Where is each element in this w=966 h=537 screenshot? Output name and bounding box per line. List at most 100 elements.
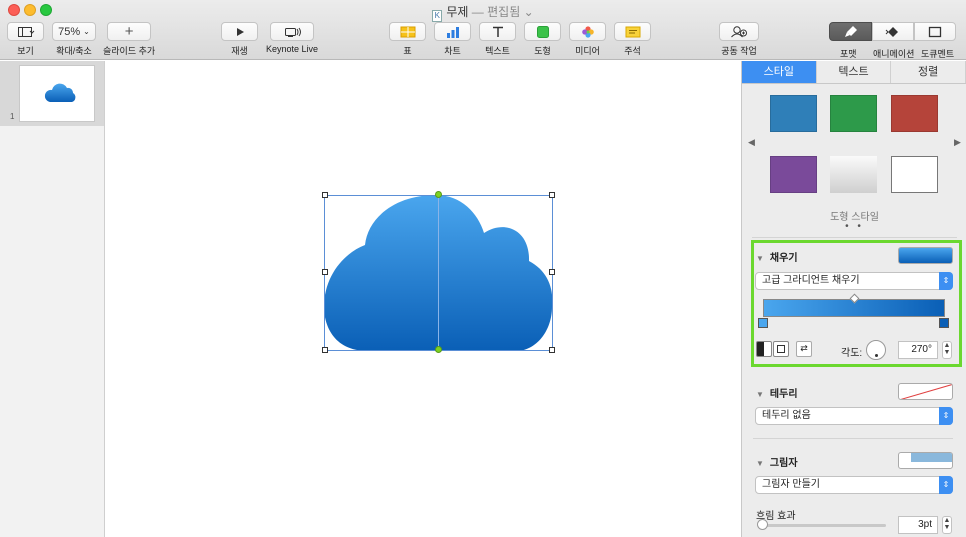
comment-icon — [625, 26, 640, 37]
gradient-end-stop[interactable] — [939, 318, 949, 328]
inspector-segmented-control[interactable] — [829, 22, 956, 41]
angle-stepper[interactable]: ▲ ▼ — [942, 341, 952, 359]
table-button[interactable] — [389, 22, 426, 41]
shape-style-swatch-purple[interactable] — [770, 156, 817, 193]
border-type-popup[interactable]: 테두리 없음 ⇕ — [755, 407, 953, 425]
shape-style-swatch-blue[interactable] — [770, 95, 817, 132]
title-bar: K무제 — 편집됨 ⌄ 보기 75% ⌄ 확대/축소 + 슬라이드 추가 재생 — [0, 0, 966, 60]
insert-comment[interactable]: 주석 — [614, 22, 651, 57]
style-page-dots[interactable]: • • — [742, 221, 966, 232]
border-section-title[interactable]: ▼ 테두리 — [756, 385, 798, 400]
shadow-preview-swatch — [911, 453, 952, 462]
play[interactable]: 재생 — [221, 22, 258, 57]
keynote-live-button[interactable] — [270, 22, 315, 41]
comment-button[interactable] — [614, 22, 651, 41]
comment-label: 주석 — [624, 46, 641, 56]
fill-type-popup[interactable]: 고급 그라디언트 채우기 ⇕ — [755, 272, 953, 290]
shape-style-swatch-white[interactable] — [891, 156, 938, 193]
disclosure-triangle-icon: ▼ — [756, 459, 764, 468]
collaborate[interactable]: 공동 작업 — [719, 22, 759, 57]
fill-section-title[interactable]: ▼ 채우기 — [756, 249, 798, 264]
animate-label: 애니메이션 — [873, 49, 915, 59]
slide-thumbnail-row[interactable]: 1 — [0, 61, 104, 126]
shadow-type-popup[interactable]: 그림자 만들기 ⇕ — [755, 476, 953, 494]
zoom-menu[interactable]: 75% ⌄ 확대/축소 — [52, 22, 96, 57]
slide-number: 1 — [10, 112, 15, 121]
blur-field[interactable]: 3pt — [898, 516, 938, 534]
inspector-tabs: 스타일 텍스트 정렬 — [742, 61, 966, 84]
play-icon — [236, 27, 244, 36]
collaborate-label: 공동 작업 — [721, 46, 757, 56]
disclosure-triangle-icon: ▼ — [756, 254, 764, 263]
play-button[interactable] — [221, 22, 258, 41]
insert-table[interactable]: 표 — [389, 22, 426, 57]
reverse-gradient-icon[interactable]: ⇄ — [796, 341, 812, 357]
edited-status: 편집됨 — [487, 5, 521, 19]
title-chevron-icon[interactable]: ⌄ — [524, 5, 534, 19]
divider — [752, 237, 957, 238]
angle-field[interactable]: 270° — [898, 341, 938, 359]
chart-button[interactable] — [434, 22, 471, 41]
text-icon — [492, 26, 503, 37]
slide-canvas[interactable] — [106, 61, 740, 537]
blur-stepper[interactable]: ▲ ▼ — [942, 516, 952, 534]
square-icon — [777, 345, 785, 353]
insert-media[interactable]: 미디어 — [569, 22, 606, 57]
media-label: 미디어 — [575, 46, 600, 56]
gradient-radial-button[interactable] — [773, 341, 789, 357]
gradient-end-handle[interactable] — [435, 346, 442, 353]
collaborate-icon — [731, 26, 747, 38]
slide-navigator: 1 — [0, 61, 105, 537]
insert-shape[interactable]: 도형 — [524, 22, 561, 57]
document-button[interactable] — [914, 22, 956, 41]
tab-arrange[interactable]: 정렬 — [891, 61, 966, 83]
keynote-live[interactable]: Keynote Live — [266, 22, 318, 54]
styles-next-icon[interactable]: ▶ — [954, 137, 961, 148]
table-icon — [400, 26, 415, 37]
shadow-preview-well[interactable] — [898, 452, 953, 469]
resize-handle-top-left[interactable] — [322, 192, 328, 198]
window-title: K 무제 — 편집됨 ⌄ — [0, 3, 966, 22]
blur-slider-track[interactable] — [758, 524, 886, 527]
add-slide-button[interactable]: + — [107, 22, 152, 41]
resize-handle-top-right[interactable] — [549, 192, 555, 198]
border-color-well[interactable] — [898, 383, 953, 400]
shape-style-swatch-gray[interactable] — [830, 156, 877, 193]
insert-chart[interactable]: 차트 — [434, 22, 471, 57]
shape-style-swatch-red[interactable] — [891, 95, 938, 132]
shape-button[interactable] — [524, 22, 561, 41]
view-menu[interactable]: 보기 — [7, 22, 44, 57]
text-button[interactable] — [479, 22, 516, 41]
gradient-start-stop[interactable] — [758, 318, 768, 328]
resize-handle-middle-left[interactable] — [322, 269, 328, 275]
divider — [753, 438, 953, 439]
animate-diamond-icon — [885, 26, 898, 37]
format-label: 포맷 — [840, 49, 857, 59]
gradient-start-handle[interactable] — [435, 191, 442, 198]
fill-color-well[interactable] — [898, 247, 953, 264]
view-button[interactable] — [7, 22, 44, 41]
resize-handle-bottom-right[interactable] — [549, 347, 555, 353]
add-slide[interactable]: + 슬라이드 추가 — [103, 22, 155, 57]
collaborate-button[interactable] — [719, 22, 759, 41]
disclosure-triangle-icon: ▼ — [756, 390, 764, 399]
resize-handle-bottom-left[interactable] — [322, 347, 328, 353]
sidebar-icon — [17, 26, 34, 37]
resize-handle-middle-right[interactable] — [549, 269, 555, 275]
styles-prev-icon[interactable]: ◀ — [748, 137, 755, 148]
zoom-button[interactable]: 75% ⌄ — [52, 22, 96, 41]
blur-slider-knob[interactable] — [757, 519, 768, 530]
insert-text[interactable]: 텍스트 — [479, 22, 516, 57]
animate-button[interactable] — [872, 22, 914, 41]
tab-style[interactable]: 스타일 — [742, 61, 817, 83]
table-label: 표 — [403, 46, 412, 56]
format-button[interactable] — [829, 22, 872, 41]
shape-style-swatch-green[interactable] — [830, 95, 877, 132]
slide-thumbnail[interactable] — [19, 65, 95, 122]
media-button[interactable] — [569, 22, 606, 41]
angle-dial[interactable] — [866, 340, 886, 360]
gradient-linear-button[interactable] — [756, 341, 772, 357]
tab-text[interactable]: 텍스트 — [817, 61, 892, 83]
shadow-section-title[interactable]: ▼ 그림자 — [756, 454, 798, 469]
cloud-shape[interactable] — [106, 61, 740, 537]
